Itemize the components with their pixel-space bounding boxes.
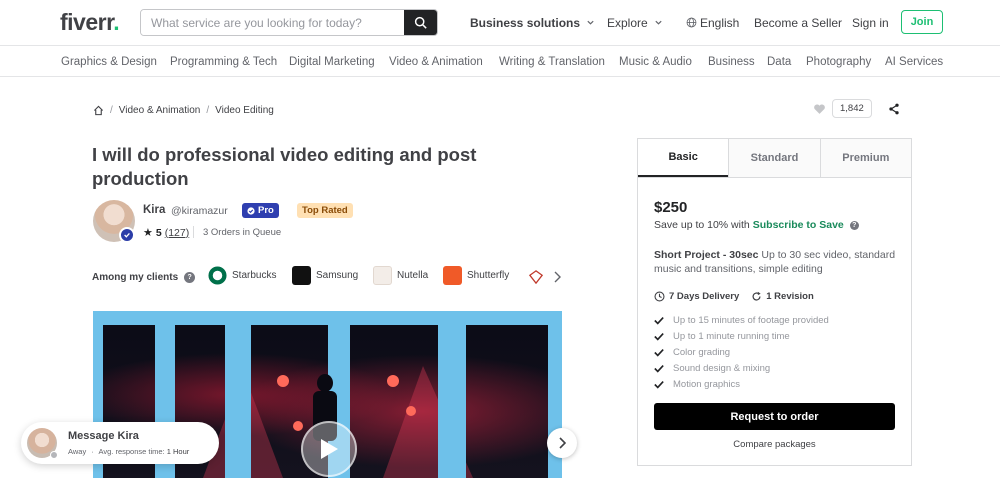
seller-handle: @kiramazur (171, 205, 228, 217)
search-icon (414, 16, 427, 29)
package-description: Short Project - 30sec Up to 30 sec video… (654, 249, 896, 275)
gallery-next-button[interactable] (547, 428, 577, 458)
shutterfly-logo-icon (443, 266, 462, 285)
search-bar (140, 9, 438, 36)
breadcrumb-separator: / (206, 105, 210, 116)
category-data[interactable]: Data (767, 56, 791, 68)
check-icon (654, 348, 664, 357)
client-shutterfly[interactable]: Shutterfly (443, 266, 509, 285)
category-music-audio[interactable]: Music & Audio (619, 56, 692, 68)
gig-title: I will do professional video editing and… (92, 144, 477, 189)
heart-icon[interactable] (813, 103, 826, 115)
search-button[interactable] (404, 10, 437, 35)
category-graphics-design[interactable]: Graphics & Design (61, 56, 157, 68)
top-rated-badge: Top Rated (297, 203, 353, 218)
orders-in-queue: 3 Orders in Queue (203, 227, 282, 238)
tab-premium[interactable]: Premium (819, 139, 911, 177)
away-status-dot (50, 451, 58, 459)
feature-item: Sound design & mixing (654, 360, 829, 376)
favorites-count: 1,842 (832, 99, 872, 118)
play-icon (321, 439, 338, 459)
feature-item: Motion graphics (654, 376, 829, 392)
category-business[interactable]: Business (708, 56, 755, 68)
message-seller-bubble[interactable]: Message Kira Away · Avg. response time: … (21, 422, 219, 464)
rating-score: 5 (155, 226, 162, 239)
share-icon (889, 103, 899, 115)
chevron-down-icon (587, 20, 594, 25)
nav-explore[interactable]: Explore (607, 16, 663, 30)
subscribe-save-line: Save up to 10% with Subscribe to Save ? (654, 219, 859, 231)
package-features: Up to 15 minutes of footage provided Up … (654, 312, 829, 392)
nutella-logo-icon (373, 266, 392, 285)
compare-packages-link[interactable]: Compare packages (638, 439, 911, 450)
feature-item: Color grading (654, 344, 829, 360)
category-digital-marketing[interactable]: Digital Marketing (289, 56, 375, 68)
globe-icon (686, 17, 697, 28)
package-meta: 7 Days Delivery 1 Revision (654, 291, 814, 302)
check-icon (654, 316, 664, 325)
nav-business-solutions[interactable]: Business solutions (470, 16, 595, 30)
tab-basic[interactable]: Basic (638, 139, 729, 177)
check-icon (654, 364, 664, 373)
breadcrumb: / Video & Animation / Video Editing (93, 105, 274, 116)
reviews-count[interactable]: (127) (165, 227, 190, 239)
favorite-control[interactable]: 1,842 (813, 99, 872, 118)
top-header: fiverr. Business solutions Explore Engli… (0, 0, 1000, 46)
starbucks-logo-icon (208, 266, 227, 285)
nav-become-seller[interactable]: Become a Seller (754, 16, 842, 30)
clients-label: Among my clients (92, 272, 179, 283)
feature-item: Up to 15 minutes of footage provided (654, 312, 829, 328)
seller-name[interactable]: Kira (143, 204, 165, 216)
verified-badge-icon (119, 227, 135, 243)
category-writing-translation[interactable]: Writing & Translation (499, 56, 605, 68)
client-starbucks[interactable]: Starbucks (208, 266, 276, 285)
fiverr-logo[interactable]: fiverr. (60, 9, 120, 36)
check-icon (654, 332, 664, 341)
subscribe-link[interactable]: Subscribe to Save (753, 219, 844, 231)
category-video-animation[interactable]: Video & Animation (389, 56, 483, 68)
help-icon[interactable]: ? (849, 220, 859, 230)
revisions: 1 Revision (751, 291, 814, 302)
tab-standard[interactable]: Standard (728, 139, 820, 177)
breadcrumb-video-animation[interactable]: Video & Animation (119, 105, 201, 116)
samsung-logo-icon (292, 266, 311, 285)
chevron-right-icon[interactable] (553, 271, 561, 283)
request-to-order-button[interactable]: Request to order (654, 403, 895, 430)
client-partial-logo-icon (529, 270, 543, 284)
refresh-icon (752, 291, 761, 301)
feature-item: Up to 1 minute running time (654, 328, 829, 344)
message-subtitle: Away · Avg. response time: 1 Hour (68, 447, 190, 456)
pricing-panel: Basic Standard Premium $250 Save up to 1… (637, 138, 912, 466)
chevron-down-icon (655, 20, 662, 25)
clients-strip: Among my clients ? Starbucks Samsung Nut… (92, 264, 565, 291)
category-ai-services[interactable]: AI Services (885, 56, 943, 68)
breadcrumb-separator: / (110, 105, 113, 116)
client-nutella[interactable]: Nutella (373, 266, 428, 285)
clock-icon (654, 291, 665, 302)
seller-rating[interactable]: ★ 5 (127) (143, 226, 190, 240)
nav-language[interactable]: English (686, 16, 739, 30)
pro-check-icon (247, 206, 255, 215)
nav-sign-in[interactable]: Sign in (852, 16, 889, 30)
package-tabs: Basic Standard Premium (638, 139, 911, 178)
divider (193, 226, 194, 238)
category-programming-tech[interactable]: Programming & Tech (170, 56, 277, 68)
home-icon[interactable] (93, 105, 104, 116)
search-input[interactable] (141, 10, 404, 35)
message-title: Message Kira (68, 430, 139, 442)
breadcrumb-video-editing[interactable]: Video Editing (215, 105, 274, 116)
delivery-time: 7 Days Delivery (654, 291, 739, 302)
star-icon: ★ (143, 227, 153, 239)
pro-badge: Pro (242, 203, 279, 218)
chevron-right-icon (559, 437, 566, 449)
category-menu: Graphics & Design Programming & Tech Dig… (0, 46, 1000, 77)
category-photography[interactable]: Photography (806, 56, 871, 68)
help-icon[interactable]: ? (184, 272, 196, 283)
package-price: $250 (654, 199, 688, 216)
play-button[interactable] (301, 421, 357, 477)
client-samsung[interactable]: Samsung (292, 266, 358, 285)
share-button[interactable] (879, 98, 909, 120)
check-icon (654, 380, 664, 389)
join-button[interactable]: Join (901, 10, 943, 34)
